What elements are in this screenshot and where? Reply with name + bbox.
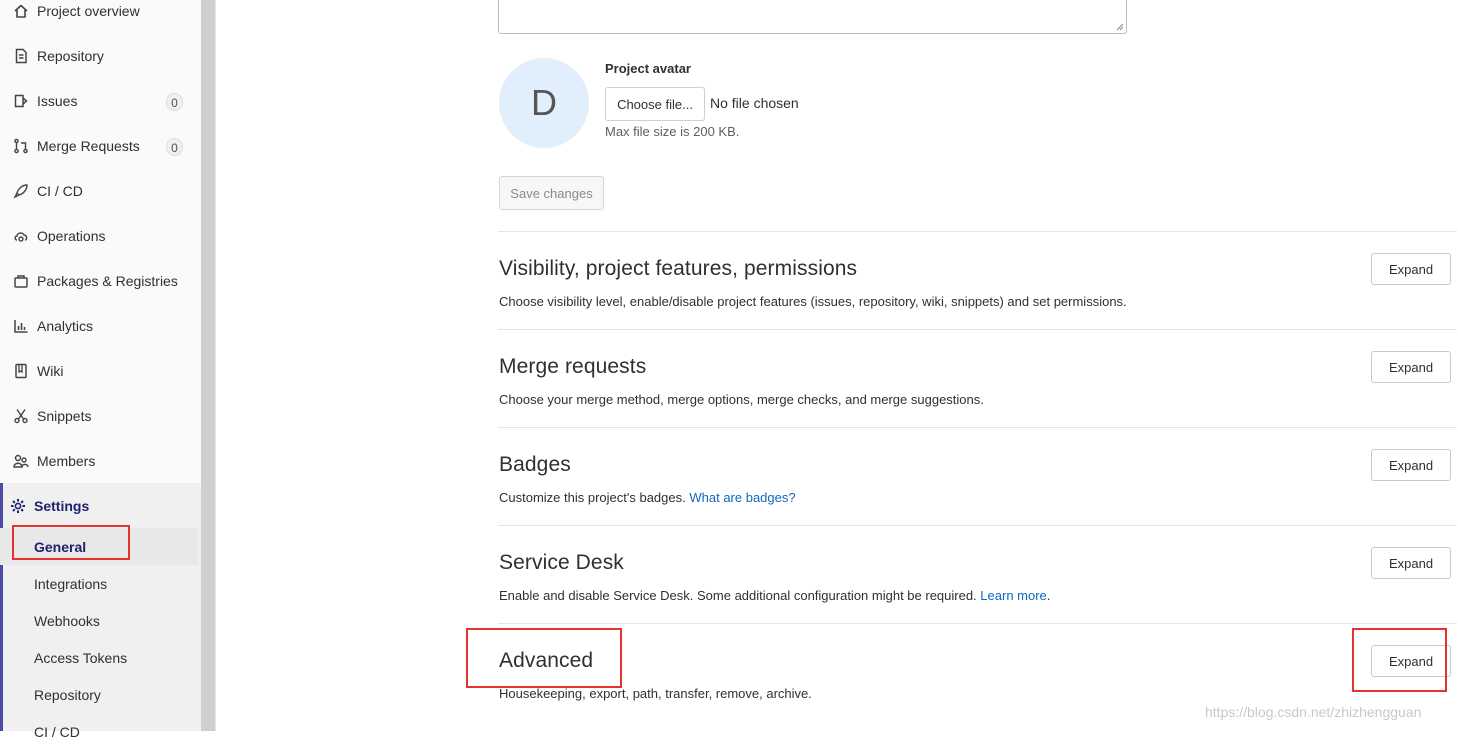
expand-button[interactable]: Expand — [1371, 449, 1451, 481]
settings-sub-item-ci-cd[interactable]: CI / CD — [0, 713, 198, 750]
sidebar-item-label: Packages & Registries — [37, 273, 178, 289]
chart-icon — [13, 318, 29, 334]
sidebar-item-repository[interactable]: Repository — [0, 36, 201, 76]
sidebar-item-label: Project overview — [37, 3, 140, 19]
section-badges: Badges Customize this project's badges. … — [498, 427, 1457, 525]
sidebar-item-issues[interactable]: Issues 0 — [0, 81, 201, 121]
section-title: Badges — [499, 453, 571, 476]
learn-more-link[interactable]: Learn more — [980, 588, 1046, 603]
section-description: Enable and disable Service Desk. Some ad… — [499, 588, 1051, 603]
settings-sub-item-repository[interactable]: Repository — [0, 676, 198, 713]
sidebar-item-label: Snippets — [37, 408, 92, 424]
annotation-box-general — [12, 525, 130, 560]
sidebar-item-label: Merge Requests — [37, 138, 140, 154]
sidebar-item-label: Operations — [37, 228, 106, 244]
project-avatar: D — [499, 58, 589, 148]
description-textarea[interactable] — [498, 0, 1127, 34]
sidebar-item-label: Wiki — [37, 363, 64, 379]
package-icon — [13, 273, 29, 289]
sidebar: Project overview Repository Issues 0 Mer… — [0, 0, 201, 740]
section-title: Service Desk — [499, 551, 624, 574]
merge-requests-count-badge: 0 — [166, 138, 183, 156]
annotation-box-expand — [1352, 628, 1447, 692]
sidebar-item-members[interactable]: Members — [0, 441, 201, 481]
section-service-desk: Service Desk Enable and disable Service … — [498, 525, 1457, 623]
scissors-icon — [13, 408, 29, 424]
issues-count-badge: 0 — [166, 93, 183, 111]
avatar-title: Project avatar — [605, 61, 691, 76]
sidebar-item-snippets[interactable]: Snippets — [0, 396, 201, 436]
sidebar-item-packages-registries[interactable]: Packages & Registries — [0, 261, 201, 301]
sidebar-scrollbar[interactable] — [201, 0, 216, 731]
sidebar-item-operations[interactable]: Operations — [0, 216, 201, 256]
settings-sub-item-webhooks[interactable]: Webhooks — [0, 602, 198, 639]
sidebar-item-analytics[interactable]: Analytics — [0, 306, 201, 346]
gear-icon — [10, 498, 26, 514]
issues-icon — [13, 93, 29, 109]
sidebar-item-label: Settings — [34, 498, 90, 514]
sidebar-item-settings[interactable]: Settings — [0, 486, 201, 526]
watermark-text: https://blog.csdn.net/zhizhengguan — [1205, 704, 1422, 720]
file-size-help: Max file size is 200 KB. — [605, 124, 740, 139]
rocket-icon — [13, 183, 29, 199]
sidebar-item-wiki[interactable]: Wiki — [0, 351, 201, 391]
users-icon — [13, 453, 29, 469]
sidebar-item-merge-requests[interactable]: Merge Requests 0 — [0, 126, 201, 166]
home-icon — [13, 3, 29, 19]
merge-request-icon — [13, 138, 29, 154]
book-icon — [13, 363, 29, 379]
settings-sub-item-access-tokens[interactable]: Access Tokens — [0, 639, 198, 676]
sidebar-item-label: Members — [37, 453, 96, 469]
expand-button[interactable]: Expand — [1371, 547, 1451, 579]
cloud-gear-icon — [13, 228, 29, 244]
badges-help-link[interactable]: What are badges? — [689, 490, 795, 505]
sidebar-item-ci-cd[interactable]: CI / CD — [0, 171, 201, 211]
resize-grip-icon[interactable] — [1116, 23, 1124, 31]
sidebar-item-label: CI / CD — [37, 183, 83, 199]
sidebar-item-label: Analytics — [37, 318, 94, 334]
sidebar-item-label: Issues — [37, 93, 78, 109]
expand-button[interactable]: Expand — [1371, 253, 1451, 285]
annotation-box-advanced — [466, 628, 622, 688]
sidebar-item-label: Repository — [37, 48, 104, 64]
section-description: Choose your merge method, merge options,… — [499, 392, 984, 407]
sidebar-item-project-overview[interactable]: Project overview — [0, 0, 201, 31]
section-description: Choose visibility level, enable/disable … — [499, 294, 1127, 309]
section-description: Customize this project's badges. What ar… — [499, 490, 796, 505]
choose-file-button[interactable]: Choose file... — [605, 87, 705, 121]
section-merge-requests: Merge requests Choose your merge method,… — [498, 329, 1457, 427]
document-icon — [13, 48, 29, 64]
save-changes-button[interactable]: Save changes — [499, 176, 604, 210]
section-title: Visibility, project features, permission… — [499, 257, 858, 280]
section-visibility: Visibility, project features, permission… — [498, 231, 1457, 329]
expand-button[interactable]: Expand — [1371, 351, 1451, 383]
settings-sub-item-integrations[interactable]: Integrations — [0, 565, 198, 602]
section-description: Housekeeping, export, path, transfer, re… — [499, 686, 812, 701]
section-title: Merge requests — [499, 355, 647, 378]
file-status-text: No file chosen — [710, 95, 799, 111]
